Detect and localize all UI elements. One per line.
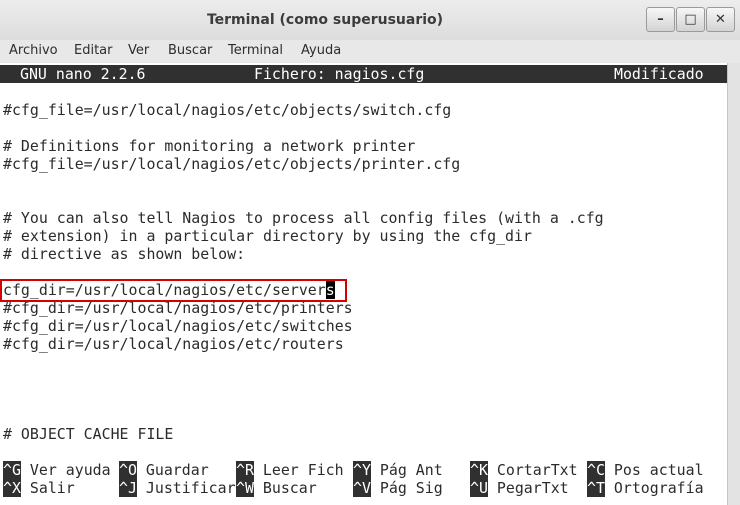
menu-bar: Archivo Editar Ver Buscar Terminal Ayuda xyxy=(0,40,740,63)
shortcut-item: ^K CortarTxt xyxy=(470,461,578,479)
editor-line: # Definitions for monitoring a network p… xyxy=(3,137,416,155)
shortcut-key: ^G xyxy=(3,461,21,479)
editor-line: # OBJECT CACHE FILE xyxy=(3,425,174,443)
shortcut-label: PegarTxt xyxy=(496,479,569,497)
nano-filename: Fichero: nagios.cfg xyxy=(254,65,425,83)
menu-ayuda[interactable]: Ayuda xyxy=(301,43,341,58)
terminal-area[interactable]: GNU nano 2.2.6 Fichero: nagios.cfg Modif… xyxy=(0,63,727,505)
shortcut-key: ^J xyxy=(119,479,137,497)
window-title: Terminal (como superusuario) xyxy=(206,12,444,28)
menu-ver[interactable]: Ver xyxy=(128,43,149,58)
shortcut-item: ^V Pág Sig xyxy=(353,479,443,497)
nano-version: GNU nano 2.2.6 xyxy=(20,65,146,83)
shortcut-key: ^O xyxy=(119,461,137,479)
shortcut-item: ^W Buscar xyxy=(236,479,317,497)
shortcut-label: CortarTxt xyxy=(496,461,578,479)
nano-status-bar: GNU nano 2.2.6 Fichero: nagios.cfg Modif… xyxy=(0,65,727,83)
shortcut-item: ^T Ortografía xyxy=(587,479,704,497)
shortcut-item: ^O Guardar xyxy=(119,461,209,479)
shortcut-key: ^K xyxy=(470,461,488,479)
menu-terminal[interactable]: Terminal xyxy=(228,43,283,58)
highlight-box xyxy=(0,279,347,302)
menu-editar[interactable]: Editar xyxy=(74,43,113,58)
title-bar: Terminal (como superusuario) – □ ✕ xyxy=(0,0,740,40)
shortcut-label: Pág Ant xyxy=(379,461,443,479)
shortcut-label: Justificar xyxy=(145,479,236,497)
terminal-scrollbar[interactable] xyxy=(727,63,740,505)
menu-buscar[interactable]: Buscar xyxy=(168,43,212,58)
shortcut-item: ^G Ver ayuda xyxy=(3,461,111,479)
editor-line: #cfg_file=/usr/local/nagios/etc/objects/… xyxy=(3,155,461,173)
shortcut-item: ^C Pos actual xyxy=(587,461,704,479)
shortcut-item: ^J Justificar xyxy=(119,479,236,497)
shortcut-label: Ortografía xyxy=(613,479,704,497)
editor-line: #cfg_file=/usr/local/nagios/etc/objects/… xyxy=(3,101,452,119)
close-button[interactable]: ✕ xyxy=(706,7,735,32)
shortcut-item: ^U PegarTxt xyxy=(470,479,569,497)
shortcut-label: Guardar xyxy=(145,461,209,479)
shortcut-key: ^U xyxy=(470,479,488,497)
minimize-button[interactable]: – xyxy=(646,7,675,32)
shortcut-key: ^R xyxy=(236,461,254,479)
shortcut-key: ^X xyxy=(3,479,21,497)
editor-line: # You can also tell Nagios to process al… xyxy=(3,209,604,227)
nano-modified: Modificado xyxy=(614,65,704,83)
shortcut-item: ^Y Pág Ant xyxy=(353,461,443,479)
shortcut-key: ^T xyxy=(587,479,605,497)
maximize-button[interactable]: □ xyxy=(676,7,705,32)
shortcut-label: Ver ayuda xyxy=(29,461,111,479)
menu-archivo[interactable]: Archivo xyxy=(9,43,58,58)
shortcut-label: Pág Sig xyxy=(379,479,443,497)
editor-line: #cfg_dir=/usr/local/nagios/etc/switches xyxy=(3,317,353,335)
shortcut-item: ^X Salir xyxy=(3,479,75,497)
shortcut-key: ^W xyxy=(236,479,254,497)
shortcut-label: Buscar xyxy=(262,479,317,497)
editor-line: # directive as shown below: xyxy=(3,245,246,263)
shortcut-label: Pos actual xyxy=(613,461,704,479)
editor-line: # extension) in a particular directory b… xyxy=(3,227,532,245)
shortcut-label: Salir xyxy=(29,479,75,497)
shortcut-key: ^Y xyxy=(353,461,371,479)
shortcut-key: ^V xyxy=(353,479,371,497)
shortcut-key: ^C xyxy=(587,461,605,479)
editor-line: #cfg_dir=/usr/local/nagios/etc/routers xyxy=(3,335,344,353)
shortcut-label: Leer Fich xyxy=(262,461,344,479)
shortcut-item: ^R Leer Fich xyxy=(236,461,344,479)
